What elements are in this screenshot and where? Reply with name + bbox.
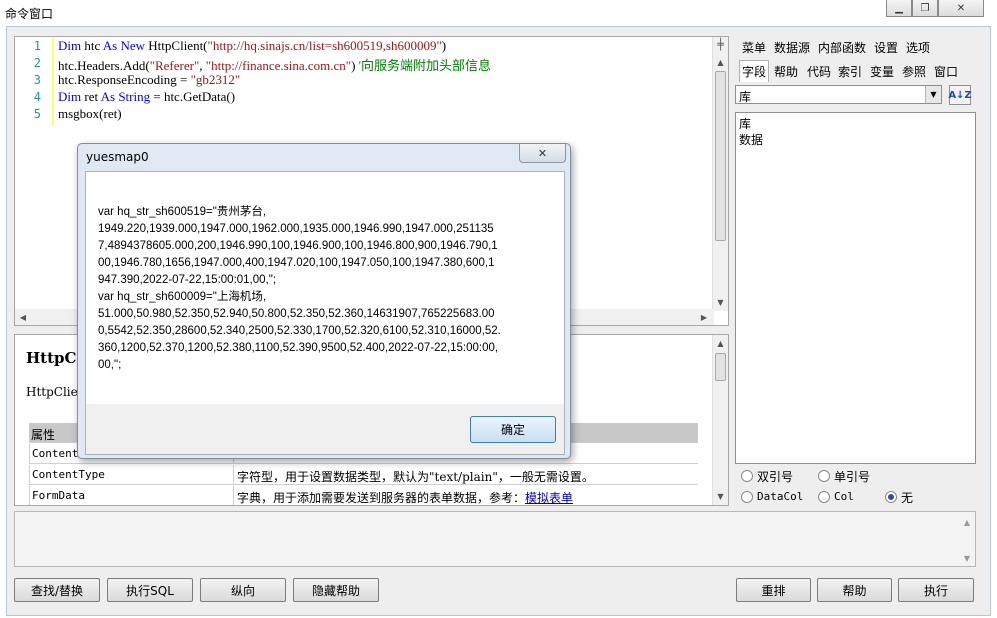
list-item[interactable]: 库: [739, 115, 751, 132]
menu-item[interactable]: 菜单: [742, 39, 766, 56]
help-title: HttpCl: [26, 349, 83, 367]
field-list[interactable]: 库 数据: [735, 112, 976, 464]
tab-code[interactable]: 代码: [807, 63, 831, 80]
output-area[interactable]: ▲ ▼: [14, 511, 976, 567]
hide-help-button[interactable]: 隐藏帮助: [293, 578, 379, 602]
line-number: 1: [33, 39, 41, 53]
code-line-4[interactable]: Dim ret As String = htc.GetData(): [58, 89, 235, 105]
property-desc: 字符型，用于设置数据类型，默认为"text/plain"，一般无需设置。: [237, 470, 594, 484]
minimize-button[interactable]: ▁: [886, 0, 912, 17]
minimize-icon: ▁: [895, 2, 903, 14]
menu-item[interactable]: 设置: [874, 39, 898, 56]
radio-col[interactable]: [818, 491, 830, 503]
tab-reference[interactable]: 参照: [902, 63, 926, 80]
table-row: FormData 字典，用于添加需要发送到服务器的表单数据，参考：模拟表单: [29, 486, 698, 505]
dialog-message: var hq_str_sh600519="贵州茅台, 1949.220,1939…: [98, 206, 501, 371]
tab-window[interactable]: 窗口: [934, 63, 958, 80]
help-button[interactable]: 帮助: [817, 578, 892, 602]
property-name: FormData: [29, 486, 234, 505]
help-scrollbar[interactable]: ▲ ▼: [712, 335, 728, 505]
dialog-text-area: var hq_str_sh600519="贵州茅台, 1949.220,1939…: [86, 172, 564, 404]
radio-double-quote[interactable]: [741, 470, 753, 482]
change-marker: [52, 37, 54, 125]
tab-index[interactable]: 索引: [838, 63, 862, 80]
line-number: 3: [33, 73, 41, 87]
scroll-right-icon[interactable]: ▶: [698, 310, 710, 324]
scroll-up-icon[interactable]: ▲: [961, 516, 973, 528]
combo-value: 库: [739, 90, 752, 104]
find-replace-button[interactable]: 查找/替换: [14, 578, 100, 602]
chevron-down-icon[interactable]: ▼: [925, 86, 941, 103]
scroll-down-icon[interactable]: ▼: [713, 295, 728, 309]
radio-label: 无: [901, 491, 914, 505]
tab-help[interactable]: 帮助: [774, 63, 798, 80]
line-number: 4: [33, 90, 41, 104]
scroll-thumb[interactable]: [715, 71, 726, 241]
scroll-up-icon[interactable]: ▲: [713, 55, 728, 69]
tab-variables[interactable]: 变量: [870, 63, 894, 80]
dialog-close-button[interactable]: ✕: [519, 144, 566, 163]
radio-label: Col: [834, 490, 854, 503]
scroll-left-icon[interactable]: ◀: [17, 310, 29, 324]
dialog-body: var hq_str_sh600519="贵州茅台, 1949.220,1939…: [85, 171, 565, 455]
list-item[interactable]: 数据: [739, 131, 763, 148]
scroll-thumb[interactable]: [715, 353, 726, 381]
code-line-3[interactable]: htc.ResponseEncoding = "gb2312": [58, 72, 240, 88]
maximize-button[interactable]: ❐: [912, 0, 938, 17]
ok-button[interactable]: 确定: [470, 416, 556, 443]
tab-fields[interactable]: 字段: [739, 60, 770, 82]
radio-label: 单引号: [834, 470, 871, 484]
radio-label: 双引号: [757, 470, 794, 484]
close-icon: ✕: [956, 2, 966, 14]
sort-az-icon[interactable]: A↓Z: [948, 85, 972, 105]
vertical-button[interactable]: 纵向: [200, 578, 286, 602]
message-dialog: yuesmap0 ✕ var hq_str_sh600519="贵州茅台, 19…: [77, 143, 571, 459]
close-button[interactable]: ✕: [938, 0, 984, 17]
scroll-down-icon[interactable]: ▼: [713, 490, 728, 502]
restore-icon: ❐: [920, 2, 930, 14]
dialog-title: yuesmap0: [86, 150, 149, 164]
exec-sql-button[interactable]: 执行SQL: [107, 578, 193, 602]
code-line-1[interactable]: Dim htc As New HttpClient("http://hq.sin…: [58, 38, 446, 54]
title-bar: 命令窗口 ▁ ❐ ✕: [0, 0, 997, 26]
property-name: ContentType: [29, 465, 234, 485]
editor-vertical-scrollbar[interactable]: ╪ ▲ ▼: [712, 37, 728, 311]
window-title: 命令窗口: [5, 7, 54, 21]
line-gutter: 1 2 3 4 5: [15, 37, 49, 311]
code-line-5[interactable]: msgbox(ret): [58, 106, 122, 122]
close-icon: ✕: [537, 146, 548, 160]
menu-item[interactable]: 数据源: [774, 39, 810, 56]
scroll-down-icon[interactable]: ▼: [961, 552, 973, 564]
menu-item[interactable]: 内部函数: [818, 39, 866, 56]
radio-none[interactable]: [885, 491, 897, 503]
execute-button[interactable]: 执行: [898, 578, 974, 602]
radio-datacol[interactable]: [741, 491, 753, 503]
radio-single-quote[interactable]: [818, 470, 830, 482]
split-icon[interactable]: ╪: [713, 37, 728, 51]
line-number: 2: [33, 56, 41, 70]
rearrange-button[interactable]: 重排: [736, 578, 811, 602]
scroll-up-icon[interactable]: ▲: [713, 337, 728, 349]
simulate-form-link[interactable]: 模拟表单: [525, 491, 573, 505]
help-subtitle: HttpClie: [26, 385, 78, 399]
table-select[interactable]: 库 ▼: [735, 85, 942, 104]
radio-label: DataCol: [757, 490, 804, 503]
table-row: ContentType 字符型，用于设置数据类型，默认为"text/plain"…: [29, 465, 698, 485]
menu-item[interactable]: 选项: [906, 39, 930, 56]
property-desc: 字典，用于添加需要发送到服务器的表单数据，参考：模拟表单: [237, 491, 574, 505]
line-number: 5: [33, 107, 41, 121]
